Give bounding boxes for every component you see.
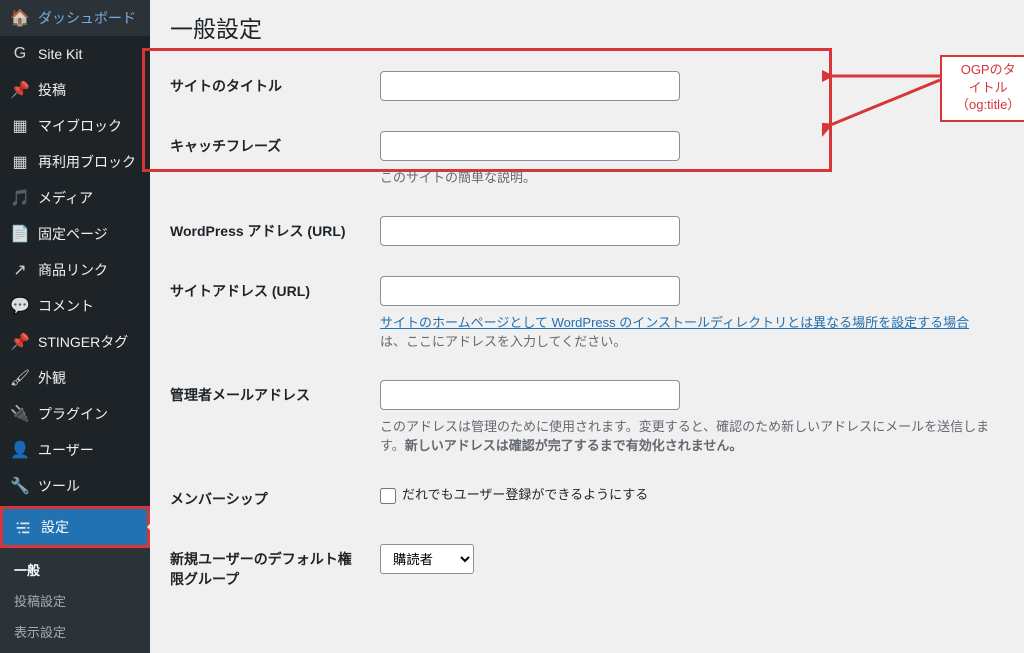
nav-label: ユーザー	[38, 440, 94, 460]
submenu-writing[interactable]: 投稿設定	[0, 585, 150, 616]
nav-sitekit[interactable]: G Site Kit	[0, 36, 150, 72]
pin-icon: 📌	[10, 80, 30, 100]
nav-label: ダッシュボード	[38, 8, 136, 28]
media-icon: 🎵	[10, 188, 30, 208]
siteurl-input[interactable]	[380, 276, 680, 306]
nav-label: 投稿	[38, 80, 66, 100]
submenu-general[interactable]: 一般	[0, 554, 150, 585]
nav-appearance[interactable]: 🖌 外観	[0, 360, 150, 396]
membership-label: メンバーシップ	[170, 469, 370, 529]
nav-posts[interactable]: 📌 投稿	[0, 72, 150, 108]
nav-label: STINGERタグ	[38, 332, 128, 352]
link-icon: ↗	[10, 260, 30, 280]
default-role-label: 新規ユーザーのデフォルト権限グループ	[170, 529, 370, 609]
tagline-input[interactable]	[380, 131, 680, 161]
nav-label: 商品リンク	[38, 260, 108, 280]
wpurl-input[interactable]	[380, 216, 680, 246]
siteurl-desc-after: は、ここにアドレスを入力してください。	[380, 334, 626, 349]
admin-email-input[interactable]	[380, 380, 680, 410]
nav-label: マイブロック	[38, 116, 122, 136]
nav-label: ツール	[38, 476, 80, 496]
nav-pages[interactable]: 📄 固定ページ	[0, 216, 150, 252]
nav-label: 外観	[38, 368, 66, 388]
page-icon: 📄	[10, 224, 30, 244]
tagline-description: このサイトの簡単な説明。	[380, 167, 994, 186]
nav-plugins[interactable]: 🔌 プラグイン	[0, 396, 150, 432]
comment-icon: 💬	[10, 296, 30, 316]
page-title: 一般設定	[170, 0, 1004, 56]
nav-stinger[interactable]: 📌 STINGERタグ	[0, 324, 150, 360]
nav-dashboard[interactable]: 🏠 ダッシュボード	[0, 0, 150, 36]
brush-icon: 🖌	[10, 368, 30, 388]
wpurl-label: WordPress アドレス (URL)	[170, 201, 370, 261]
dashboard-icon: 🏠	[10, 8, 30, 28]
membership-checkbox-label[interactable]: だれでもユーザー登録ができるようにする	[380, 487, 648, 502]
nav-settings[interactable]: 設定	[3, 509, 147, 545]
main-content: 一般設定 サイトのタイトル キャッチフレーズ このサイトの簡単な説明。 Word…	[150, 0, 1024, 568]
settings-submenu: 一般 投稿設定 表示設定	[0, 548, 150, 653]
pin-icon: 📌	[10, 332, 30, 352]
nav-comments[interactable]: 💬 コメント	[0, 288, 150, 324]
user-icon: 👤	[10, 440, 30, 460]
nav-product[interactable]: ↗ 商品リンク	[0, 252, 150, 288]
siteurl-label: サイトアドレス (URL)	[170, 261, 370, 365]
plugin-icon: 🔌	[10, 404, 30, 424]
callout-line2: （og:title）	[956, 96, 1020, 114]
tagline-label: キャッチフレーズ	[170, 116, 370, 201]
site-title-label: サイトのタイトル	[170, 56, 370, 116]
siteurl-description: サイトのホームページとして WordPress のインストールディレクトリとは異…	[380, 312, 994, 350]
membership-checkbox[interactable]	[380, 488, 396, 504]
nav-label: メディア	[38, 188, 93, 208]
nav-tools[interactable]: 🔧 ツール	[0, 468, 150, 504]
default-role-select[interactable]: 購読者	[380, 544, 474, 574]
wrench-icon: 🔧	[10, 476, 30, 496]
sitekit-icon: G	[10, 44, 30, 64]
grid-icon: ▦	[10, 116, 30, 136]
nav-label: 固定ページ	[38, 224, 108, 244]
siteurl-help-link[interactable]: サイトのホームページとして WordPress のインストールディレクトリとは異…	[380, 315, 969, 330]
grid-icon: ▦	[10, 152, 30, 172]
admin-email-label: 管理者メールアドレス	[170, 365, 370, 469]
annotation-callout: OGPのタイトル （og:title）	[940, 55, 1024, 122]
nav-label: 再利用ブロック	[38, 152, 136, 172]
admin-email-description: このアドレスは管理のために使用されます。変更すると、確認のため新しいアドレスにメ…	[380, 416, 994, 454]
nav-reusable[interactable]: ▦ 再利用ブロック	[0, 144, 150, 180]
nav-label: プラグイン	[38, 404, 108, 424]
settings-form-table: サイトのタイトル キャッチフレーズ このサイトの簡単な説明。 WordPress…	[170, 56, 1004, 609]
nav-label: 設定	[41, 517, 69, 537]
nav-users[interactable]: 👤 ユーザー	[0, 432, 150, 468]
site-title-input[interactable]	[380, 71, 680, 101]
nav-label: コメント	[38, 296, 94, 316]
callout-line1: OGPのタイトル	[956, 61, 1020, 96]
nav-media[interactable]: 🎵 メディア	[0, 180, 150, 216]
submenu-reading[interactable]: 表示設定	[0, 616, 150, 647]
nav-label: Site Kit	[38, 46, 82, 62]
membership-text: だれでもユーザー登録ができるようにする	[402, 487, 648, 502]
admin-sidebar: 🏠ダッシュボード GSite Kit 📌投稿 ▦マイブロック ▦再利用ブロック …	[0, 0, 150, 568]
nav-myblock[interactable]: ▦ マイブロック	[0, 108, 150, 144]
settings-sliders-icon	[13, 517, 33, 537]
